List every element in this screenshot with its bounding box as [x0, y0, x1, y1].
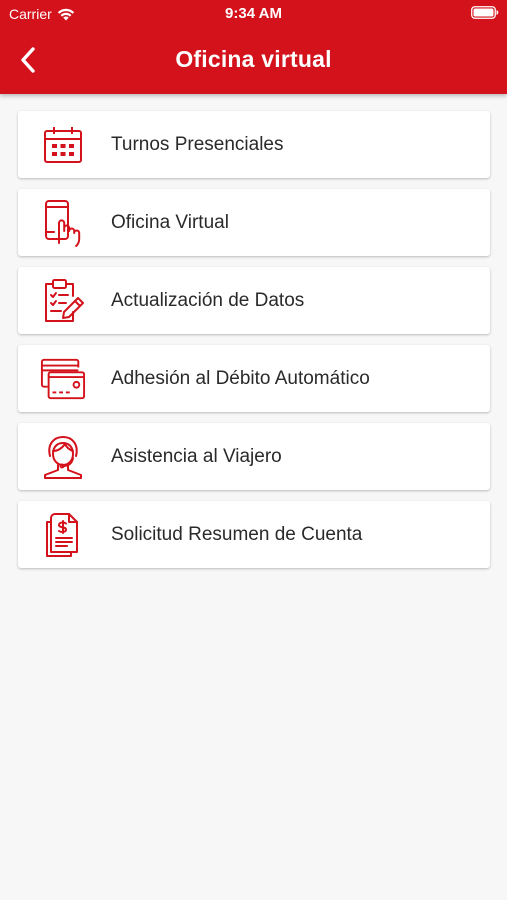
clipboard-edit-icon	[40, 279, 86, 323]
phone-touch-icon	[40, 200, 86, 247]
menu-item-label: Turnos Presenciales	[111, 134, 284, 155]
menu-item-asistencia-viajero[interactable]: Asistencia al Viajero	[18, 423, 490, 490]
menu-item-adhesion-debito[interactable]: Adhesión al Débito Automático	[18, 345, 490, 412]
support-agent-icon	[40, 435, 86, 479]
statement-document-icon	[40, 513, 86, 557]
menu-item-label: Asistencia al Viajero	[111, 446, 282, 467]
calendar-icon	[40, 123, 86, 167]
status-time: 9:34 AM	[225, 5, 282, 22]
menu-item-solicitud-resumen[interactable]: Solicitud Resumen de Cuenta	[18, 501, 490, 568]
credit-card-icon	[40, 357, 86, 401]
menu-item-turnos-presenciales[interactable]: Turnos Presenciales	[18, 111, 490, 178]
app-header: Carrier 9:34 AM Oficina virtual	[0, 0, 507, 94]
menu-item-label: Actualización de Datos	[111, 290, 305, 311]
menu-item-oficina-virtual[interactable]: Oficina Virtual	[18, 189, 490, 256]
status-bar: Carrier 9:34 AM	[0, 0, 507, 28]
page-title: Oficina virtual	[175, 46, 332, 72]
menu-item-actualizacion-datos[interactable]: Actualización de Datos	[18, 267, 490, 334]
menu-item-label: Oficina Virtual	[111, 212, 229, 233]
battery-icon	[471, 6, 499, 19]
nav-bar: Oficina virtual	[0, 36, 507, 84]
menu-item-label: Solicitud Resumen de Cuenta	[111, 524, 363, 545]
menu-list: Turnos Presenciales Oficina Virtual Actu…	[18, 111, 490, 579]
menu-item-label: Adhesión al Débito Automático	[111, 368, 370, 389]
